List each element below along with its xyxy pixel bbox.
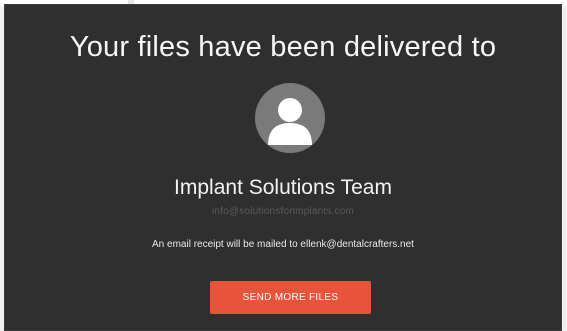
recipient-name: Implant Solutions Team (174, 176, 392, 199)
send-more-files-button[interactable]: SEND MORE FILES (210, 281, 371, 314)
page-title: Your files have been delivered to (69, 31, 497, 63)
user-silhouette-icon (268, 98, 312, 145)
delivery-confirmation-panel: Your files have been delivered to Implan… (4, 4, 562, 331)
email-receipt-note: An email receipt will be mailed to ellen… (152, 239, 414, 250)
recipient-avatar (255, 83, 325, 153)
recipient-email: info@solutionsforimplants.com (211, 206, 355, 217)
